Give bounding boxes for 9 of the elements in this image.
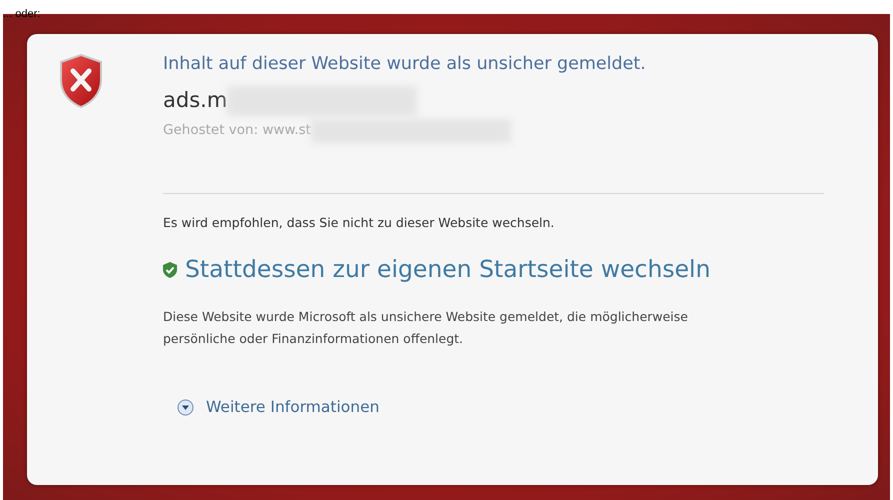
recommendation-text: Es wird empfohlen, dass Sie nicht zu dieser Website wechseln. (163, 214, 556, 232)
host-text: Gehostet von: www.st (163, 121, 311, 140)
home-page-link[interactable]: Stattdessen zur eigenen Startseite wechseln (163, 252, 710, 288)
more-info-link[interactable]: Weitere Informationen (177, 396, 380, 419)
warning-title: Inhalt auf dieser Website wurde als unsicher gemeldet. (163, 54, 647, 75)
error-shield-icon (59, 54, 103, 108)
site-address: ads.m (163, 87, 228, 114)
safe-shield-icon (163, 262, 177, 278)
explanation-text: Diese Website wurde Microsoft als unsichere Website gemeldet, die möglicherweise persönliche oder Finanzinformationen offenlegt. (163, 308, 689, 348)
